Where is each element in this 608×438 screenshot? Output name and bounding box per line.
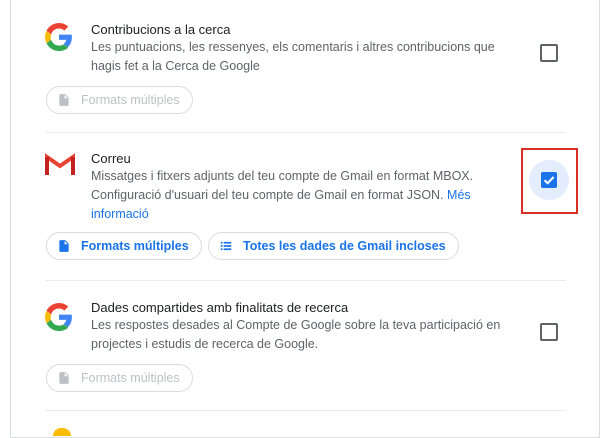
format-chip[interactable]: Formats múltiples — [46, 86, 193, 114]
item-description: Les respostes desades al Compte de Googl… — [91, 318, 501, 351]
format-chip-label: Formats múltiples — [81, 93, 180, 107]
google-g-icon — [45, 303, 72, 331]
format-chip[interactable]: Formats múltiples — [46, 232, 202, 260]
divider — [46, 280, 566, 281]
item-title: Correu — [91, 151, 131, 166]
google-g-icon — [45, 23, 72, 51]
format-chip-label: Formats múltiples — [81, 239, 189, 253]
file-icon — [59, 94, 69, 106]
next-item-logo-partial — [53, 428, 71, 436]
item-description-text: Missatges i fitxers adjunts del teu comp… — [91, 169, 474, 202]
item-checkbox[interactable] — [540, 44, 558, 62]
gmail-icon — [45, 153, 75, 175]
highlight-box — [521, 148, 578, 214]
list-icon — [220, 241, 232, 251]
file-icon — [59, 240, 69, 252]
file-icon — [59, 372, 69, 384]
products-panel: Contribucions a la cerca Les puntuacions… — [10, 0, 600, 438]
format-chip[interactable]: Formats múltiples — [46, 364, 193, 392]
data-scope-chip-label: Totes les dades de Gmail incloses — [243, 239, 446, 253]
item-checkbox[interactable] — [540, 323, 558, 341]
data-scope-chip[interactable]: Totes les dades de Gmail incloses — [208, 232, 459, 260]
divider — [46, 410, 566, 411]
item-description: Les puntuacions, les ressenyes, els come… — [91, 40, 495, 73]
divider — [46, 132, 566, 133]
item-description: Missatges i fitxers adjunts del teu comp… — [91, 167, 521, 224]
item-title: Dades compartides amb finalitats de rece… — [91, 300, 349, 315]
item-title: Contribucions a la cerca — [91, 22, 231, 37]
format-chip-label: Formats múltiples — [81, 371, 180, 385]
